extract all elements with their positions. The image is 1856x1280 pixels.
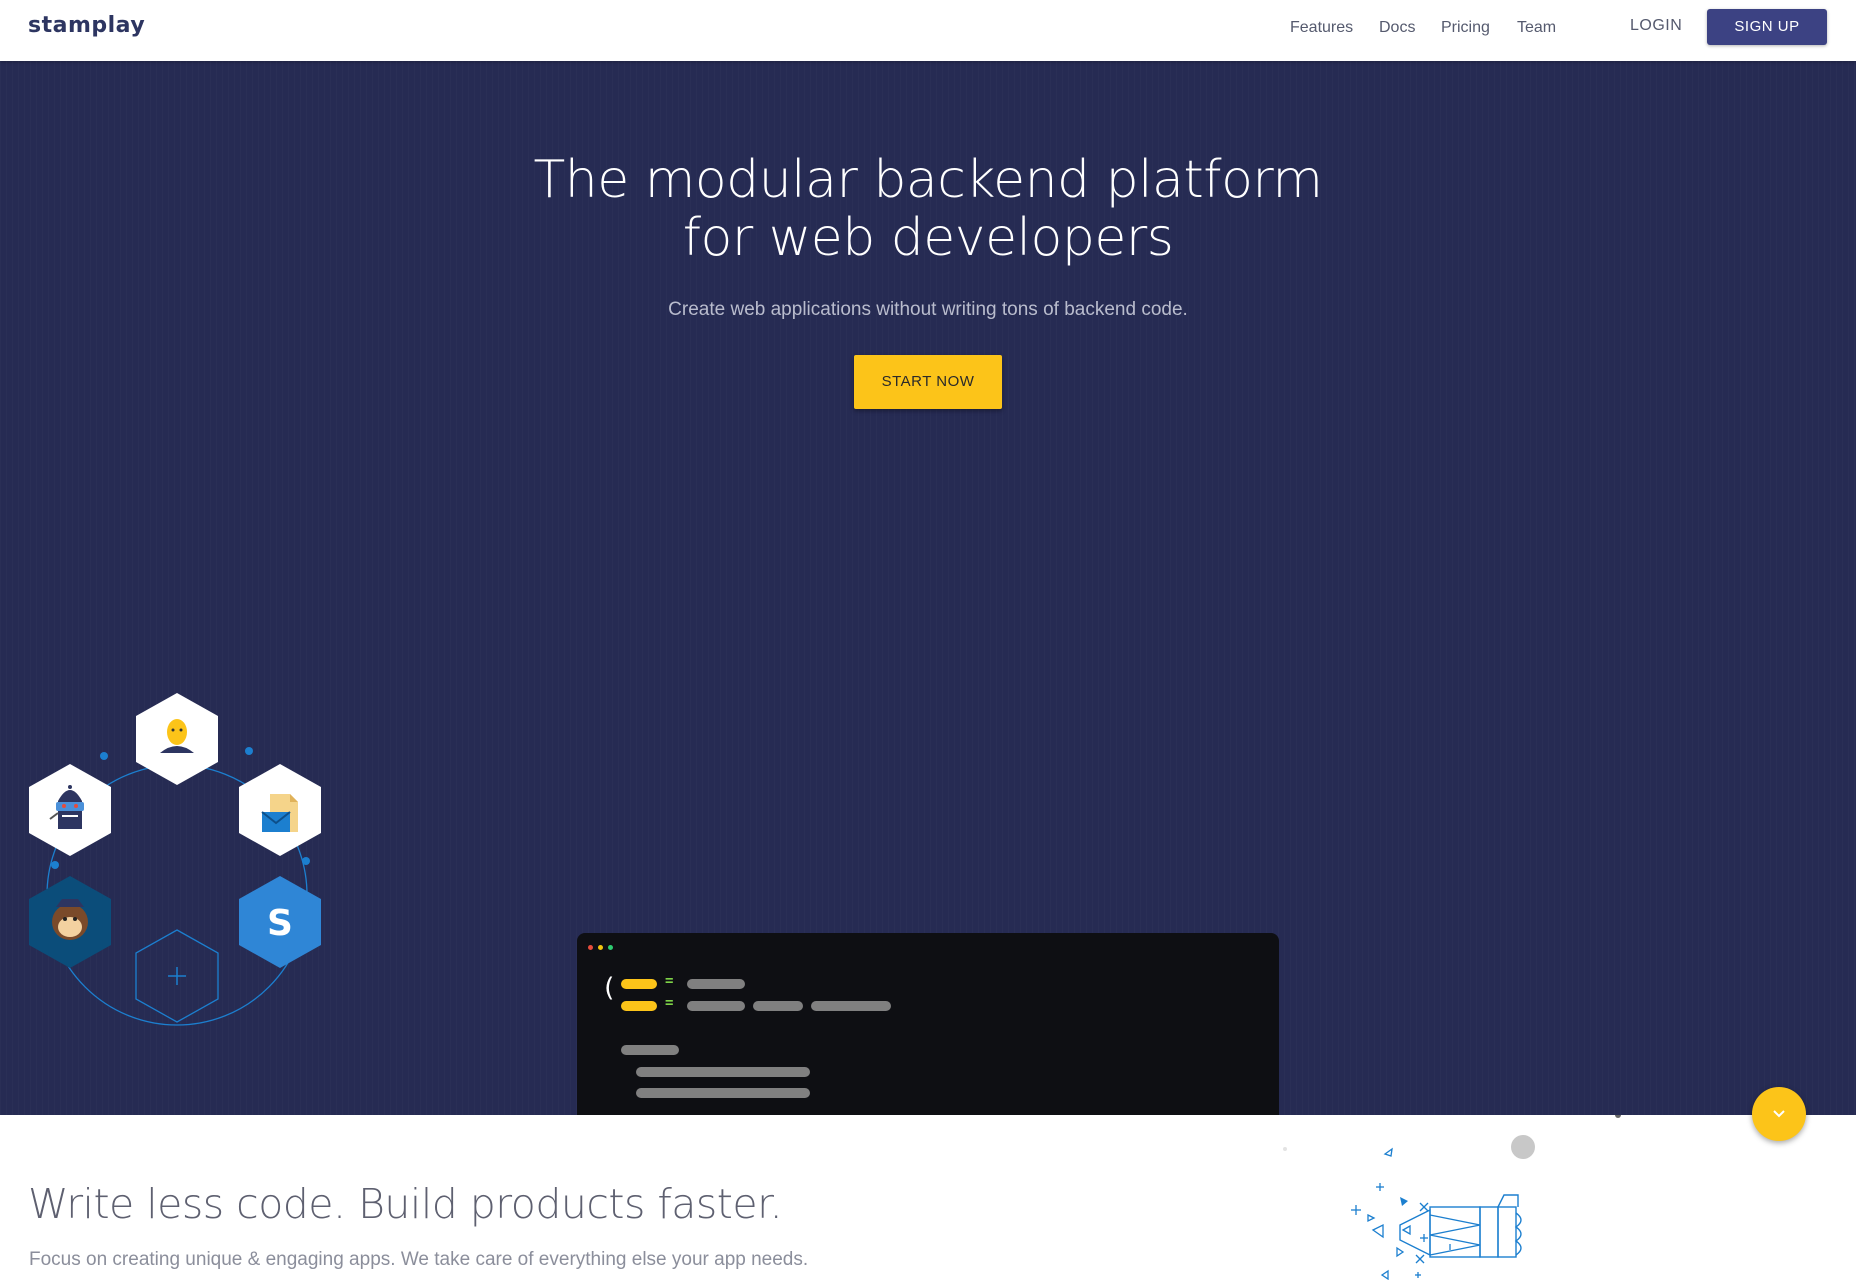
particle-icons xyxy=(1400,1197,1408,1206)
mailchimp-icon[interactable] xyxy=(29,876,111,968)
code-operator: = xyxy=(665,973,674,989)
ring-dot xyxy=(51,861,59,869)
decor-circle xyxy=(1283,1147,1287,1151)
code-line xyxy=(636,1067,810,1077)
add-integration-icon[interactable] xyxy=(135,929,219,1023)
user-icon[interactable] xyxy=(136,693,218,785)
decor-circle xyxy=(1615,1115,1621,1118)
signup-button[interactable]: SIGN UP xyxy=(1707,9,1827,45)
code-line xyxy=(621,979,657,989)
features-subtitle: Focus on creating unique & engaging apps… xyxy=(29,1249,809,1270)
top-navbar: stamplay Features Docs Pricing Team LOGI… xyxy=(0,0,1856,61)
ring-dot xyxy=(100,752,108,760)
window-minimize-dot xyxy=(598,945,603,950)
nav-link-pricing[interactable]: Pricing xyxy=(1441,19,1490,37)
hero-section: The modular backend platform for web dev… xyxy=(0,61,1856,1115)
window-maximize-dot xyxy=(608,945,613,950)
start-now-button[interactable]: START NOW xyxy=(854,355,1002,409)
stripe-icon[interactable]: S xyxy=(239,876,321,968)
integrations-graphic: S xyxy=(29,693,321,1026)
code-paren: ( xyxy=(601,973,617,1003)
code-operator: = xyxy=(665,995,674,1011)
code-line xyxy=(687,1001,745,1011)
code-line xyxy=(621,1045,679,1055)
code-line xyxy=(811,1001,891,1011)
nav-link-docs[interactable]: Docs xyxy=(1379,19,1415,37)
features-section: Write less code. Build products faster. … xyxy=(0,1115,1856,1280)
mail-file-icon[interactable] xyxy=(239,764,321,856)
window-close-dot xyxy=(588,945,593,950)
rocket-icon xyxy=(1399,1194,1522,1258)
svg-text:S: S xyxy=(267,903,293,944)
code-line xyxy=(753,1001,803,1011)
code-line xyxy=(636,1088,810,1098)
ring-dot xyxy=(302,857,310,865)
ring-dot xyxy=(245,747,253,755)
decor-circle xyxy=(1511,1135,1535,1159)
code-line xyxy=(621,1001,657,1011)
stamplay-logo[interactable]: stamplay xyxy=(28,13,145,38)
code-line xyxy=(687,979,745,989)
nav-link-features[interactable]: Features xyxy=(1290,19,1353,37)
code-editor-window: ( = = xyxy=(577,933,1279,1115)
features-title: Write less code. Build products faster. xyxy=(28,1180,783,1228)
login-link[interactable]: LOGIN xyxy=(1630,17,1682,35)
chevron-down-icon xyxy=(1773,1110,1785,1118)
robot-icon[interactable] xyxy=(29,764,111,856)
rocket-illustration xyxy=(1283,1115,1621,1280)
exhaust-particles xyxy=(1351,1147,1451,1280)
nav-link-team[interactable]: Team xyxy=(1517,19,1556,37)
scroll-down-button[interactable] xyxy=(1752,1087,1806,1141)
